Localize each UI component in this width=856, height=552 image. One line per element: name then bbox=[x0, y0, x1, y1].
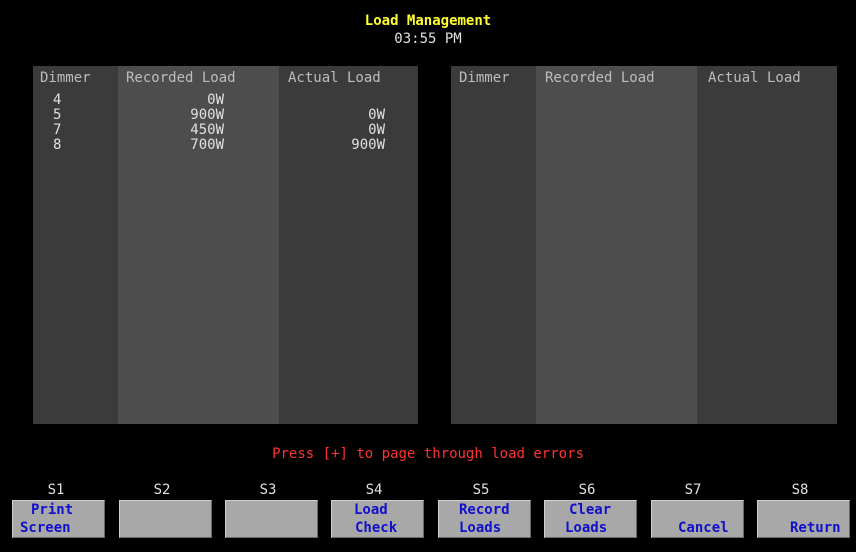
column-header-recorded-load: Recorded Load bbox=[126, 70, 236, 86]
column-header-dimmer: Dimmer bbox=[40, 70, 91, 86]
softkey-line2: Check bbox=[355, 520, 398, 536]
s3-button[interactable] bbox=[225, 500, 318, 538]
softkey-label-s5: S5 bbox=[472, 482, 490, 498]
softkey-line2: Cancel bbox=[678, 520, 729, 536]
page-title: Load Management bbox=[364, 13, 492, 29]
load-check-button[interactable]: Load Check bbox=[331, 500, 424, 538]
softkey-label-s4: S4 bbox=[365, 482, 383, 498]
s2-button[interactable] bbox=[119, 500, 212, 538]
cancel-button[interactable]: Cancel bbox=[651, 500, 744, 538]
dimmer-cell: 8 bbox=[53, 137, 62, 153]
record-loads-button[interactable]: Record Loads bbox=[438, 500, 531, 538]
clear-loads-button[interactable]: Clear Loads bbox=[544, 500, 637, 538]
status-prompt: Press [+] to page through load errors bbox=[272, 446, 584, 462]
dimmer-cell: 5 bbox=[53, 107, 62, 123]
dimmer-column bbox=[33, 66, 118, 424]
clock: 03:55 PM bbox=[394, 31, 462, 47]
column-header-dimmer: Dimmer bbox=[459, 70, 510, 86]
recorded-load-cell: 700W bbox=[190, 137, 224, 153]
right-load-table: Dimmer Recorded Load Actual Load bbox=[451, 66, 837, 424]
column-header-actual-load: Actual Load bbox=[708, 70, 801, 86]
print-screen-button[interactable]: Print Screen bbox=[12, 500, 105, 538]
softkey-label-s7: S7 bbox=[684, 482, 702, 498]
column-header-recorded-load: Recorded Load bbox=[545, 70, 655, 86]
softkey-line2: Loads bbox=[565, 520, 608, 536]
softkey-line2: Return bbox=[790, 520, 841, 536]
recorded-load-cell: 900W bbox=[190, 107, 224, 123]
recorded-load-cell: 0W bbox=[207, 92, 224, 108]
actual-load-cell: 0W bbox=[368, 122, 385, 138]
softkey-label-s8: S8 bbox=[791, 482, 809, 498]
softkey-label-s3: S3 bbox=[259, 482, 277, 498]
return-button[interactable]: Return bbox=[757, 500, 850, 538]
recorded-load-cell: 450W bbox=[190, 122, 224, 138]
softkey-line2: Loads bbox=[459, 520, 502, 536]
left-load-table: Dimmer Recorded Load Actual Load 4 0W 5 … bbox=[33, 66, 418, 424]
column-header-actual-load: Actual Load bbox=[288, 70, 381, 86]
softkey-label-s1: S1 bbox=[47, 482, 65, 498]
dimmer-cell: 4 bbox=[53, 92, 62, 108]
actual-load-column bbox=[697, 66, 837, 424]
softkey-line1: Load bbox=[354, 502, 388, 518]
softkey-line2: Screen bbox=[20, 520, 71, 536]
recorded-load-column bbox=[536, 66, 697, 424]
softkey-label-s6: S6 bbox=[578, 482, 596, 498]
actual-load-cell: 900W bbox=[351, 137, 385, 153]
actual-load-cell: 0W bbox=[368, 107, 385, 123]
dimmer-cell: 7 bbox=[53, 122, 62, 138]
dimmer-column bbox=[451, 66, 536, 424]
softkey-line1: Clear bbox=[569, 502, 612, 518]
softkey-line1: Record bbox=[459, 502, 510, 518]
softkey-label-s2: S2 bbox=[153, 482, 171, 498]
softkey-line1: Print bbox=[31, 502, 74, 518]
